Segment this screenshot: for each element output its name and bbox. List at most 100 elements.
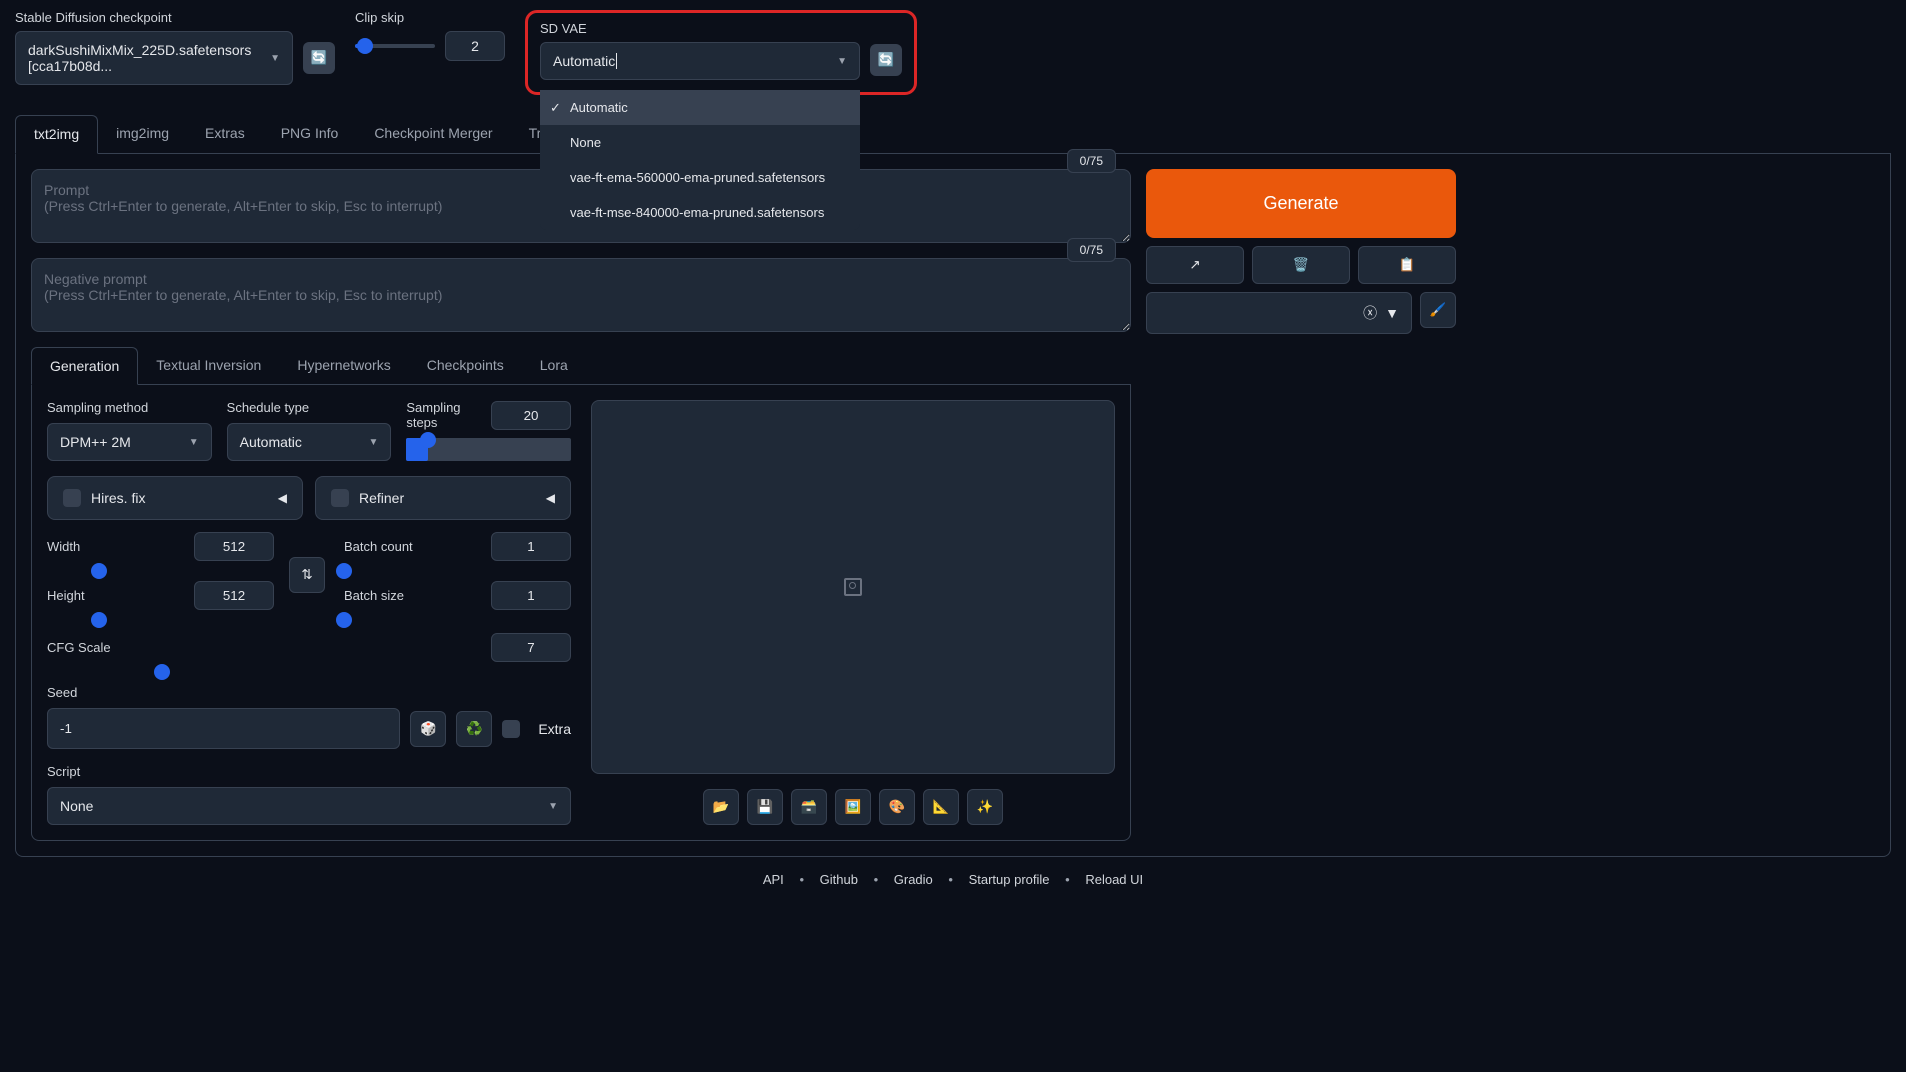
clip-skip-label: Clip skip: [355, 10, 505, 25]
refiner-toggle[interactable]: Refiner ◀: [315, 476, 571, 520]
width-value[interactable]: [194, 532, 274, 561]
sd-vae-dropdown[interactable]: Automatic ▼: [540, 42, 860, 80]
hires-fix-toggle[interactable]: Hires. fix ◀: [47, 476, 303, 520]
batch-count-field: Batch count: [344, 532, 571, 569]
open-folder-button[interactable]: 📂: [703, 789, 739, 825]
subtab-textual-inversion[interactable]: Textual Inversion: [138, 347, 279, 384]
vae-option[interactable]: vae-ft-ema-560000-ema-pruned.safetensors: [540, 160, 860, 195]
sampling-steps-slider[interactable]: [406, 438, 571, 461]
image-placeholder-icon: [844, 578, 862, 596]
clear-icon[interactable]: ⓧ: [1363, 303, 1377, 323]
subtab-checkpoints[interactable]: Checkpoints: [409, 347, 522, 384]
height-field: Height: [47, 581, 274, 618]
tab-extras[interactable]: Extras: [187, 115, 263, 153]
sampling-steps-value[interactable]: [491, 401, 571, 430]
sub-tabs: Generation Textual Inversion Hypernetwor…: [31, 347, 1131, 385]
tab-pnginfo[interactable]: PNG Info: [263, 115, 357, 153]
chevron-down-icon: ▼: [189, 437, 199, 448]
footer-link[interactable]: Gradio: [894, 872, 933, 887]
generate-button[interactable]: Generate: [1146, 169, 1456, 238]
subtab-generation[interactable]: Generation: [31, 347, 138, 385]
clear-button[interactable]: 🗑️: [1252, 246, 1350, 284]
chevron-down-icon: ▼: [548, 801, 558, 812]
negative-prompt-counter: 0/75: [1067, 238, 1116, 262]
refresh-checkpoint-button[interactable]: 🔄: [303, 42, 335, 74]
refresh-vae-button[interactable]: 🔄: [870, 44, 902, 76]
extra-checkbox[interactable]: [502, 720, 520, 738]
chevron-down-icon: ▼: [1385, 305, 1399, 321]
hires-fix-checkbox[interactable]: [63, 489, 81, 507]
sampling-method-label: Sampling method: [47, 400, 212, 415]
reuse-seed-button[interactable]: ♻️: [456, 711, 492, 747]
batch-size-label: Batch size: [344, 588, 404, 603]
cfg-label: CFG Scale: [47, 640, 111, 655]
arrow-button[interactable]: ↗: [1146, 246, 1244, 284]
generation-panel: Sampling method DPM++ 2M ▼ Schedule type…: [31, 385, 1131, 841]
sd-vae-value: Automatic: [553, 53, 617, 69]
negative-prompt-area: 0/75: [31, 258, 1131, 335]
tab-img2img[interactable]: img2img: [98, 115, 187, 153]
checkpoint-value: darkSushiMixMix_225D.safetensors [cca17b…: [28, 42, 270, 74]
checkpoint-dropdown[interactable]: darkSushiMixMix_225D.safetensors [cca17b…: [15, 31, 293, 85]
upscale-button[interactable]: ✨: [967, 789, 1003, 825]
vae-option[interactable]: vae-ft-mse-840000-ema-pruned.safetensors: [540, 195, 860, 230]
zip-button[interactable]: 🗃️: [791, 789, 827, 825]
swap-dimensions-button[interactable]: ⇅: [289, 557, 325, 593]
sampling-method-dropdown[interactable]: DPM++ 2M ▼: [47, 423, 212, 461]
main-tabs: txt2img img2img Extras PNG Info Checkpoi…: [15, 115, 1891, 154]
save-button[interactable]: 💾: [747, 789, 783, 825]
vae-dropdown-list: Automatic None vae-ft-ema-560000-ema-pru…: [540, 90, 860, 230]
tab-checkpoint-merger[interactable]: Checkpoint Merger: [356, 115, 510, 153]
sampling-steps-field: Sampling steps: [406, 400, 571, 461]
vae-option[interactable]: None: [540, 125, 860, 160]
sampling-method-field: Sampling method DPM++ 2M ▼: [47, 400, 212, 461]
seed-input[interactable]: [47, 708, 400, 749]
chevron-down-icon: ▼: [270, 53, 280, 64]
sd-vae-highlight: SD VAE Automatic ▼ 🔄 Automatic None vae-…: [525, 10, 917, 95]
batch-count-label: Batch count: [344, 539, 413, 554]
main-content: 0/75 0/75 Generation Textual Inversion H…: [15, 154, 1891, 857]
footer-link[interactable]: API: [763, 872, 784, 887]
refiner-checkbox[interactable]: [331, 489, 349, 507]
paste-button[interactable]: 📋: [1358, 246, 1456, 284]
script-label: Script: [47, 764, 571, 779]
schedule-dropdown[interactable]: Automatic ▼: [227, 423, 392, 461]
output-preview: [591, 400, 1115, 774]
schedule-label: Schedule type: [227, 400, 392, 415]
tab-txt2img[interactable]: txt2img: [15, 115, 98, 154]
refiner-label: Refiner: [359, 490, 404, 506]
footer-link[interactable]: Github: [820, 872, 858, 887]
subtab-hypernetworks[interactable]: Hypernetworks: [279, 347, 408, 384]
collapse-icon: ◀: [278, 491, 287, 505]
random-seed-button[interactable]: 🎲: [410, 711, 446, 747]
clip-skip-value[interactable]: 2: [445, 31, 505, 61]
negative-prompt-input[interactable]: [31, 258, 1131, 332]
send-inpaint-button[interactable]: 🎨: [879, 789, 915, 825]
output-actions: 📂 💾 🗃️ 🖼️ 🎨 📐 ✨: [591, 789, 1115, 825]
script-dropdown[interactable]: None ▼: [47, 787, 571, 825]
send-extras-button[interactable]: 📐: [923, 789, 959, 825]
clip-skip-group: Clip skip 2: [355, 10, 505, 61]
prompt-counter: 0/75: [1067, 149, 1116, 173]
sd-vae-group: SD VAE Automatic ▼: [540, 21, 860, 80]
width-label: Width: [47, 539, 80, 554]
height-value[interactable]: [194, 581, 274, 610]
sd-vae-label: SD VAE: [540, 21, 860, 36]
footer-link[interactable]: Reload UI: [1085, 872, 1143, 887]
subtab-lora[interactable]: Lora: [522, 347, 586, 384]
styles-dropdown[interactable]: ⓧ ▼: [1146, 292, 1412, 334]
batch-size-value[interactable]: [491, 581, 571, 610]
edit-styles-button[interactable]: 🖌️: [1420, 292, 1456, 328]
footer: API • Github • Gradio • Startup profile …: [15, 857, 1891, 892]
send-img2img-button[interactable]: 🖼️: [835, 789, 871, 825]
checkpoint-label: Stable Diffusion checkpoint: [15, 10, 335, 25]
vae-option[interactable]: Automatic: [540, 90, 860, 125]
batch-size-field: Batch size: [344, 581, 571, 618]
footer-link[interactable]: Startup profile: [969, 872, 1050, 887]
extra-check[interactable]: Extra: [502, 720, 571, 738]
extra-label: Extra: [538, 721, 571, 737]
cfg-value[interactable]: [491, 633, 571, 662]
batch-count-value[interactable]: [491, 532, 571, 561]
clip-skip-slider[interactable]: [355, 44, 435, 48]
width-field: Width: [47, 532, 274, 569]
